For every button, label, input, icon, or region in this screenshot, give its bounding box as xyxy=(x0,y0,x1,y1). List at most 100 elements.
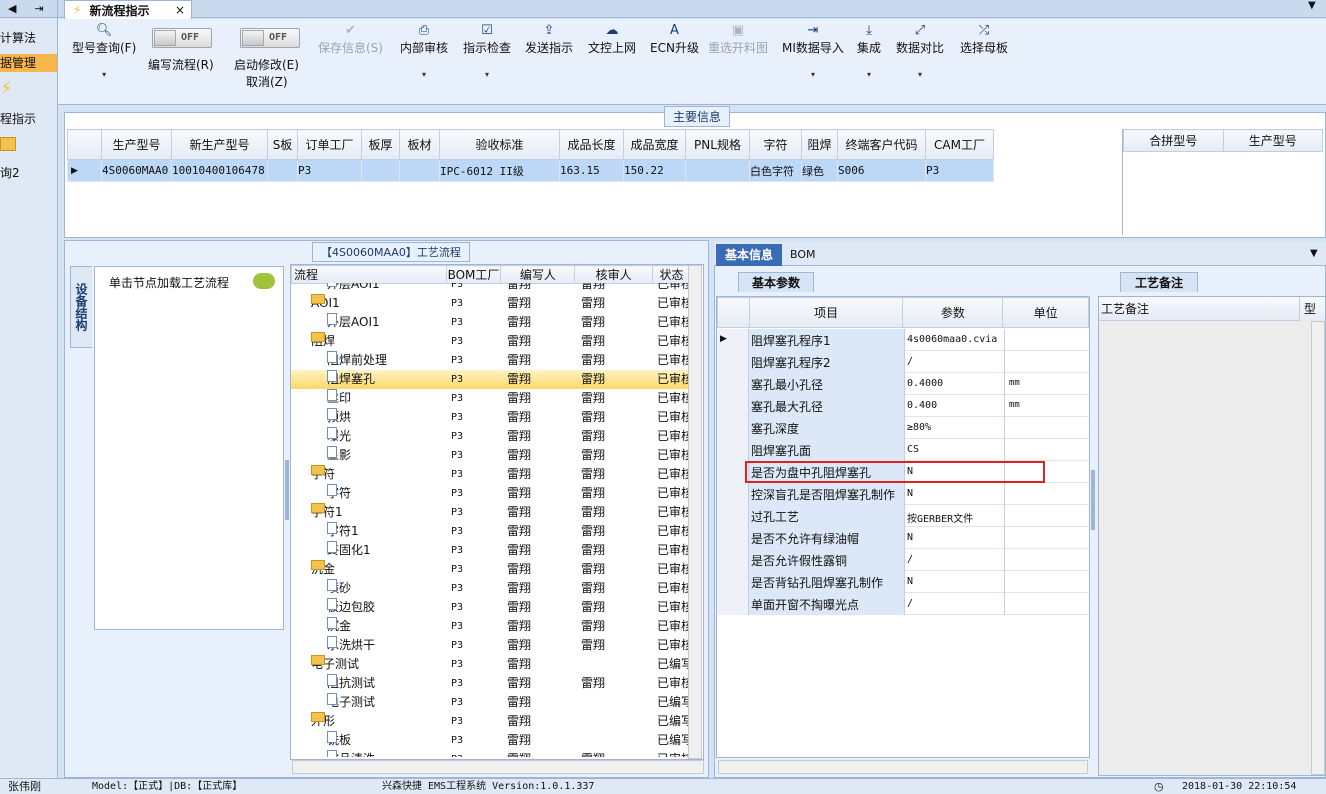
write-flow-toggle[interactable]: OFF xyxy=(152,28,212,48)
notes-vscroll[interactable] xyxy=(1311,321,1325,775)
nav-item-instructions[interactable]: 程指示 xyxy=(0,110,57,128)
nav-back-icon[interactable]: ◀ xyxy=(8,2,16,15)
tree-row[interactable]: 板边包胶 P3 雷翔 雷翔 已审核 xyxy=(291,598,691,617)
tree-row[interactable]: 阻抗测试 P3 雷翔 雷翔 已审核 xyxy=(291,674,691,693)
tree-row[interactable]: 沉金 P3 雷翔 雷翔 已审核 xyxy=(291,617,691,636)
col-header[interactable]: BOM工厂 xyxy=(445,265,502,284)
send-instruction-button[interactable]: ⇪ 发送指示 xyxy=(525,23,573,56)
col-header[interactable]: 核审人 xyxy=(574,265,654,284)
tree-row[interactable]: 阻焊塞孔 P3 雷翔 雷翔 已审核 xyxy=(291,370,691,389)
ecn-upgrade-button[interactable]: A ECN升级 xyxy=(650,23,699,56)
tree-row[interactable]: −字符P3雷翔雷翔已审核 xyxy=(291,465,691,484)
col-header[interactable]: S板 xyxy=(267,129,298,160)
tree-row[interactable]: −沉金P3雷翔雷翔已审核 xyxy=(291,560,691,579)
data-compare-button[interactable]: ⤢ 数据对比 ▾ xyxy=(896,23,944,79)
param-row[interactable]: 过孔工艺 按GERBER文件 xyxy=(717,505,1089,527)
col-header[interactable]: 新生产型号 xyxy=(171,129,268,160)
tab-new-flow[interactable]: ⚡ 新流程指示 × xyxy=(64,0,192,19)
tree-row[interactable]: 外层AOI1 P3 雷翔 雷翔 已审核 xyxy=(291,313,691,332)
col-header[interactable]: 板材 xyxy=(399,129,440,160)
col-header[interactable]: 终端客户代码 xyxy=(837,129,926,160)
tree-row[interactable]: 阻焊前处理 P3 雷翔 雷翔 已审核 xyxy=(291,351,691,370)
param-row[interactable]: 阻焊塞孔面 CS xyxy=(717,439,1089,461)
instruction-check-button[interactable]: ☑ 指示检查 ▾ xyxy=(463,23,511,79)
nav-collapse-icon[interactable]: ⇥ xyxy=(34,2,43,15)
tree-row[interactable]: 水洗烘干 P3 雷翔 雷翔 已审核 xyxy=(291,636,691,655)
tree-row[interactable]: −外形P3雷翔已编写 xyxy=(291,712,691,731)
tree-row[interactable]: 显影 P3 雷翔 雷翔 已审核 xyxy=(291,446,691,465)
col-header[interactable]: 合拼型号 xyxy=(1123,129,1224,152)
param-hscroll[interactable] xyxy=(718,760,1088,774)
col-header[interactable]: CAM工厂 xyxy=(925,129,994,160)
col-header[interactable]: 订单工厂 xyxy=(297,129,362,160)
start-modify-toggle[interactable]: OFF xyxy=(240,28,300,48)
param-row[interactable]: 控深盲孔是否阻焊塞孔制作 N xyxy=(717,483,1089,505)
notes-col-header[interactable]: 工艺备注 xyxy=(1099,297,1299,321)
param-row[interactable]: 是否不允许有绿油帽 N xyxy=(717,527,1089,549)
nav-item-calc[interactable]: 计算法 xyxy=(0,29,57,47)
tree-row[interactable]: −字符1P3雷翔雷翔已审核 xyxy=(291,503,691,522)
col-header[interactable]: 验收标准 xyxy=(439,129,560,160)
tree-row[interactable]: 铣板 P3 雷翔 已编写 xyxy=(291,731,691,750)
chevron-down-icon[interactable]: ▼ xyxy=(1308,0,1316,11)
tree-row[interactable]: 预烘 P3 雷翔 雷翔 已审核 xyxy=(291,408,691,427)
col-header[interactable]: 流程 xyxy=(291,265,447,284)
tab-device-structure[interactable]: 设备结构 xyxy=(70,266,92,348)
col-header[interactable]: 成品长度 xyxy=(559,129,624,160)
table-row[interactable]: ▶ 4S0060MAA0 10010400106478 P3 IPC-6012 … xyxy=(67,159,1109,182)
close-icon[interactable]: × xyxy=(175,3,185,17)
nav-item-data-mgmt[interactable]: 据管理 xyxy=(0,54,57,72)
tree-row[interactable]: 终固化1 P3 雷翔 雷翔 已审核 xyxy=(291,541,691,560)
tree-row[interactable]: 电子测试 P3 雷翔 已编写 xyxy=(291,693,691,712)
col-header[interactable]: 状态 xyxy=(652,265,691,284)
param-row[interactable]: 塞孔最大孔径 0.400 mm xyxy=(717,395,1089,417)
param-row[interactable]: 是否背钻孔阻焊塞孔制作 N xyxy=(717,571,1089,593)
tree-row[interactable]: −阻焊P3雷翔雷翔已审核 xyxy=(291,332,691,351)
tab-basic-params[interactable]: 基本参数 xyxy=(738,272,814,292)
tree-row[interactable]: −AOI1P3雷翔雷翔已审核 xyxy=(291,294,691,313)
param-row[interactable]: 阻焊塞孔程序2/ xyxy=(717,351,1089,373)
param-row[interactable]: ▶ 阻焊塞孔程序1 4s0060maa0.cvia xyxy=(717,329,1089,351)
internal-review-button[interactable]: ⎙ 内部审核 ▾ xyxy=(400,23,448,79)
tree-row[interactable]: 外层AOI1 P3 雷翔 雷翔 已审核 xyxy=(291,283,691,294)
col-header[interactable]: 板厚 xyxy=(361,129,400,160)
select-mother-board-button[interactable]: ⤮ 选择母板 xyxy=(960,23,1008,56)
tab-basic-info[interactable]: 基本信息 xyxy=(716,244,782,266)
param-row[interactable]: 塞孔最小孔径 0.4000 mm xyxy=(717,373,1089,395)
integrate-button[interactable]: ⤓ 集成 ▾ xyxy=(857,23,881,79)
col-header[interactable]: 成品宽度 xyxy=(623,129,686,160)
folder-icon xyxy=(0,137,16,151)
col-header[interactable]: 阻焊 xyxy=(801,129,838,160)
col-header[interactable]: 编写人 xyxy=(500,265,576,284)
tree-row[interactable]: 字符1 P3 雷翔 雷翔 已审核 xyxy=(291,522,691,541)
param-row[interactable]: 塞孔深度 ≥80% xyxy=(717,417,1089,439)
model-query-button[interactable]: 🔍︎ 型号查询(F) ▾ xyxy=(72,23,136,79)
tab-bom[interactable]: BOM xyxy=(790,248,816,261)
tree-row[interactable]: 丝印 P3 雷翔 雷翔 已审核 xyxy=(291,389,691,408)
tree-vscroll[interactable] xyxy=(688,265,702,759)
param-row[interactable]: 单面开窗不掏曝光点 / xyxy=(717,593,1089,615)
tree-row[interactable]: 字符 P3 雷翔 雷翔 已审核 xyxy=(291,484,691,503)
tree-row[interactable]: 成品清洗P3雷翔雷翔已审核 xyxy=(291,750,691,757)
notes-col-header[interactable]: 型 xyxy=(1299,297,1325,321)
doc-online-button[interactable]: ☁ 文控上网 xyxy=(588,23,636,56)
col-header[interactable]: 参数 xyxy=(902,297,1004,328)
tree-hscroll[interactable] xyxy=(292,760,704,774)
tree-row[interactable]: 喷砂 P3 雷翔 雷翔 已审核 xyxy=(291,579,691,598)
col-header[interactable]: 项目 xyxy=(748,297,904,328)
splitter-handle[interactable] xyxy=(285,460,289,520)
tree-row[interactable]: −电子测试P3雷翔已编写 xyxy=(291,655,691,674)
cancel-label[interactable]: 取消(Z) xyxy=(246,73,288,90)
param-row[interactable]: 是否允许假性露铜 / xyxy=(717,549,1089,571)
col-header[interactable]: 生产型号 xyxy=(101,129,172,160)
col-header[interactable]: 生产型号 xyxy=(1222,129,1323,152)
col-header[interactable]: PNL规格 xyxy=(685,129,750,160)
splitter-handle[interactable] xyxy=(1091,470,1095,530)
col-header[interactable]: 单位 xyxy=(1002,297,1089,328)
mi-data-import-button[interactable]: ⇥ MI数据导入 ▾ xyxy=(782,23,844,79)
tree-row[interactable]: 曝光 P3 雷翔 雷翔 已审核 xyxy=(291,427,691,446)
nav-item-query2[interactable]: 询2 xyxy=(0,164,57,182)
col-header[interactable]: 字符 xyxy=(749,129,802,160)
chevron-down-icon[interactable]: ▼ xyxy=(1310,248,1318,259)
tab-process-notes[interactable]: 工艺备注 xyxy=(1120,272,1198,292)
